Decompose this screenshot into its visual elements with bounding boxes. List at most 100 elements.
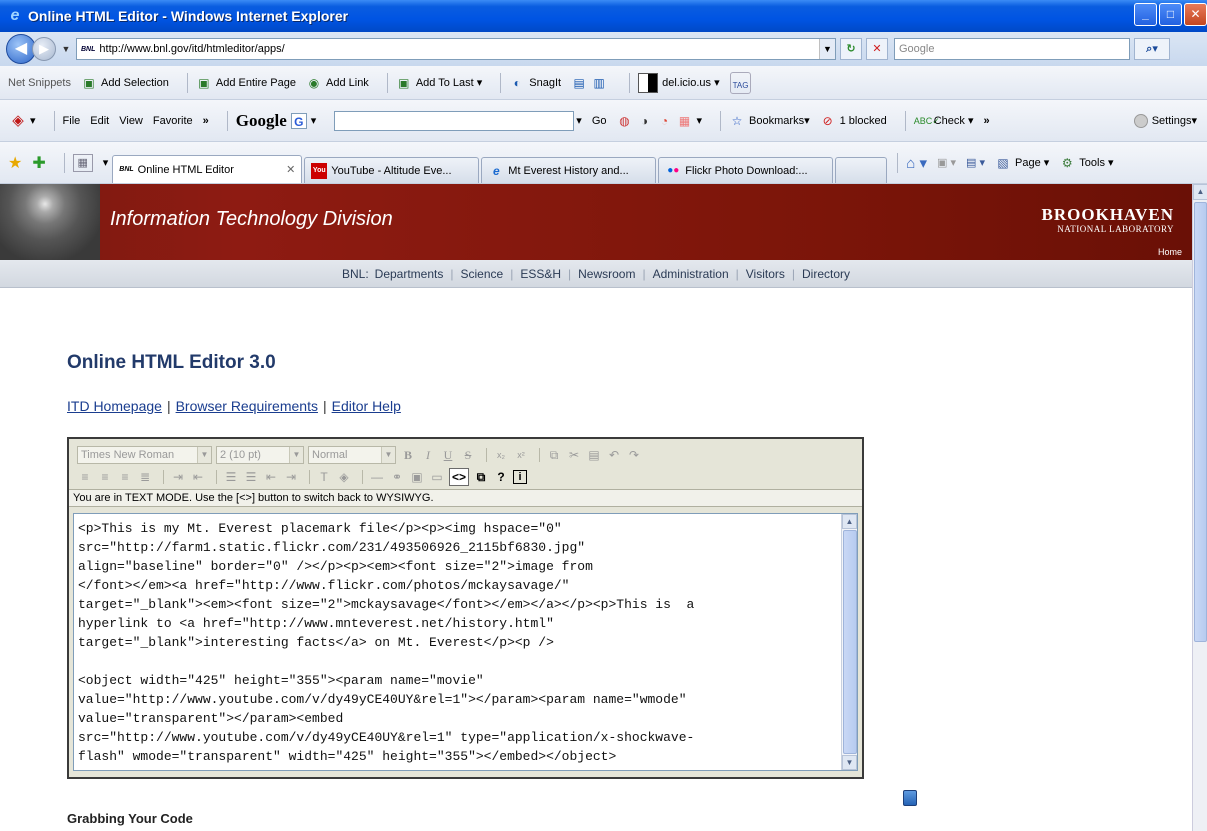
acrobat-button[interactable]: ◈ ▾ bbox=[10, 112, 35, 129]
browser-requirements-link[interactable]: Browser Requirements bbox=[176, 398, 318, 414]
menu-overflow-button[interactable]: » bbox=[203, 115, 209, 127]
page-scroll-thumb[interactable] bbox=[1194, 202, 1207, 642]
google-search-options-icon[interactable]: ◍ bbox=[617, 113, 633, 129]
settings-button[interactable]: Settings ▾ bbox=[1133, 113, 1197, 128]
history-dropdown-icon[interactable]: ▼ bbox=[60, 44, 72, 54]
format-select[interactable]: Normal ▼ bbox=[308, 446, 396, 464]
search-icon[interactable]: ⌕▾ bbox=[1134, 38, 1170, 60]
fullscreen-icon[interactable]: ⧉ bbox=[473, 469, 489, 485]
nav-link-newsroom[interactable]: Newsroom bbox=[578, 267, 635, 281]
highlight-icon[interactable]: ◔ bbox=[657, 113, 673, 129]
snagit-button[interactable]: ◐ SnagIt bbox=[509, 75, 561, 91]
align-right-icon[interactable]: ≡ bbox=[117, 469, 133, 485]
table-icon[interactable]: ▭ bbox=[429, 469, 445, 485]
toggle-source-button[interactable]: <> bbox=[449, 468, 469, 486]
tab-close-icon[interactable]: ✕ bbox=[278, 163, 295, 176]
tab-new[interactable] bbox=[835, 157, 888, 183]
tab-online-html-editor[interactable]: BNL Online HTML Editor ✕ bbox=[112, 155, 303, 183]
editor-help-link[interactable]: Editor Help bbox=[332, 398, 401, 414]
itd-homepage-link[interactable]: ITD Homepage bbox=[67, 398, 162, 414]
bold-icon[interactable]: B bbox=[400, 447, 416, 463]
nav-link-directory[interactable]: Directory bbox=[802, 267, 850, 281]
tools-menu[interactable]: ⚙ Tools ▾ bbox=[1059, 155, 1114, 171]
tab-mt-everest-history[interactable]: e Mt Everest History and... bbox=[481, 157, 657, 183]
minimize-button[interactable]: _ bbox=[1134, 3, 1157, 26]
page-widget-icon[interactable] bbox=[903, 790, 917, 806]
rtl-icon[interactable]: ⇤ bbox=[190, 469, 206, 485]
nav-link-departments[interactable]: Departments bbox=[375, 267, 444, 281]
google-menu-button[interactable]: G ▾ bbox=[290, 112, 316, 129]
add-link-button[interactable]: ◉ Add Link bbox=[306, 75, 369, 91]
image-icon[interactable]: ▣ bbox=[409, 469, 425, 485]
font-select[interactable]: Times New Roman ▼ bbox=[77, 446, 212, 464]
spellcheck-button[interactable]: ABC✓ Check ▾ bbox=[914, 113, 974, 129]
tab-flickr[interactable]: ●● Flickr Photo Download:... bbox=[658, 157, 834, 183]
justify-icon[interactable]: ≣ bbox=[137, 469, 153, 485]
tag-button[interactable]: TAG bbox=[729, 71, 752, 94]
nav-link-visitors[interactable]: Visitors bbox=[746, 267, 785, 281]
url-field[interactable]: BNL http://www.bnl.gov/itd/htmleditor/ap… bbox=[76, 38, 836, 60]
redo-icon[interactable]: ↷ bbox=[626, 447, 642, 463]
editor-scrollbar[interactable]: ▲ ▼ bbox=[841, 514, 857, 770]
outdent-icon[interactable]: ⇤ bbox=[263, 469, 279, 485]
feeds-icon[interactable]: ▣ ▾ bbox=[937, 156, 956, 169]
subscript-icon[interactable]: x₂ bbox=[493, 447, 509, 463]
paste-icon[interactable]: ▤ bbox=[586, 447, 602, 463]
italic-icon[interactable]: I bbox=[420, 447, 436, 463]
menu-edit[interactable]: Edit bbox=[90, 115, 109, 127]
align-center-icon[interactable]: ≡ bbox=[97, 469, 113, 485]
brookhaven-logo[interactable]: BROOKHAVEN NATIONAL LABORATORY bbox=[1042, 206, 1175, 234]
forward-button[interactable]: ▶ bbox=[32, 37, 56, 61]
horizontal-rule-icon[interactable]: — bbox=[369, 469, 385, 485]
ordered-list-icon[interactable]: ☰ bbox=[223, 469, 239, 485]
search-input[interactable]: Google bbox=[894, 38, 1130, 60]
refresh-icon[interactable]: ↻ bbox=[840, 38, 862, 60]
help-icon[interactable]: ? bbox=[493, 469, 509, 485]
indent-icon[interactable]: ⇥ bbox=[283, 469, 299, 485]
add-to-last-button[interactable]: ▣ Add To Last ▾ bbox=[396, 75, 482, 91]
tab-list-dropdown-icon[interactable]: ▾ bbox=[103, 156, 109, 169]
news-icon[interactable]: ▦ bbox=[677, 113, 693, 129]
superscript-icon[interactable]: x² bbox=[513, 447, 529, 463]
undo-icon[interactable]: ↶ bbox=[606, 447, 622, 463]
strikethrough-icon[interactable]: S bbox=[460, 447, 476, 463]
editor-scroll-thumb[interactable] bbox=[843, 530, 857, 754]
maximize-button[interactable]: □ bbox=[1159, 3, 1182, 26]
text-color-icon[interactable]: T bbox=[316, 469, 332, 485]
stop-icon[interactable]: ✕ bbox=[866, 38, 888, 60]
nav-link-administration[interactable]: Administration bbox=[653, 267, 729, 281]
source-textarea[interactable]: <p>This is my Mt. Everest placemark file… bbox=[73, 513, 858, 771]
menu-view[interactable]: View bbox=[119, 115, 143, 127]
quick-tabs-icon[interactable]: ▦ bbox=[72, 153, 93, 172]
menu-file[interactable]: File bbox=[63, 115, 81, 127]
snagit-capture-icon[interactable]: ▤ ▥ bbox=[571, 75, 611, 91]
tab-youtube[interactable]: You YouTube - Altitude Eve... bbox=[304, 157, 480, 183]
google-search-input[interactable] bbox=[334, 110, 575, 131]
bookmarks-button[interactable]: ☆ Bookmarks ▾ bbox=[729, 113, 810, 129]
page-scrollbar[interactable]: ▲ bbox=[1192, 184, 1207, 831]
cut-icon[interactable]: ✂ bbox=[566, 447, 582, 463]
highlight-color-icon[interactable]: ◈ bbox=[336, 469, 352, 485]
scroll-down-icon[interactable]: ▼ bbox=[842, 755, 857, 770]
add-favorites-icon[interactable]: ✚ bbox=[32, 153, 45, 173]
add-selection-button[interactable]: ▣ Add Selection bbox=[81, 75, 169, 91]
toolbar-overflow-button[interactable]: » bbox=[983, 115, 989, 127]
scroll-up-icon[interactable]: ▲ bbox=[842, 514, 857, 529]
page-scroll-up-icon[interactable]: ▲ bbox=[1193, 184, 1207, 200]
copy-icon[interactable]: ⧉ bbox=[546, 447, 562, 463]
link-icon[interactable]: ⚭ bbox=[389, 469, 405, 485]
align-left-icon[interactable]: ≡ bbox=[77, 469, 93, 485]
favorites-star-icon[interactable]: ★ bbox=[8, 153, 22, 173]
url-dropdown-icon[interactable]: ▼ bbox=[819, 39, 835, 59]
home-link[interactable]: Home bbox=[1158, 247, 1182, 257]
delicious-button[interactable]: del.icio.us ▾ bbox=[638, 72, 720, 93]
close-button[interactable]: ✕ bbox=[1184, 3, 1207, 26]
ltr-icon[interactable]: ⇥ bbox=[170, 469, 186, 485]
google-go-button[interactable]: Go bbox=[592, 115, 607, 127]
menu-favorites[interactable]: Favorite bbox=[153, 115, 193, 127]
page-menu[interactable]: ▧ Page ▾ bbox=[995, 155, 1049, 171]
underline-icon[interactable]: U bbox=[440, 447, 456, 463]
add-entire-page-button[interactable]: ▣ Add Entire Page bbox=[196, 75, 296, 91]
print-icon[interactable]: ▤ ▾ bbox=[966, 156, 985, 169]
pagerank-icon[interactable]: ◑ bbox=[637, 113, 653, 129]
